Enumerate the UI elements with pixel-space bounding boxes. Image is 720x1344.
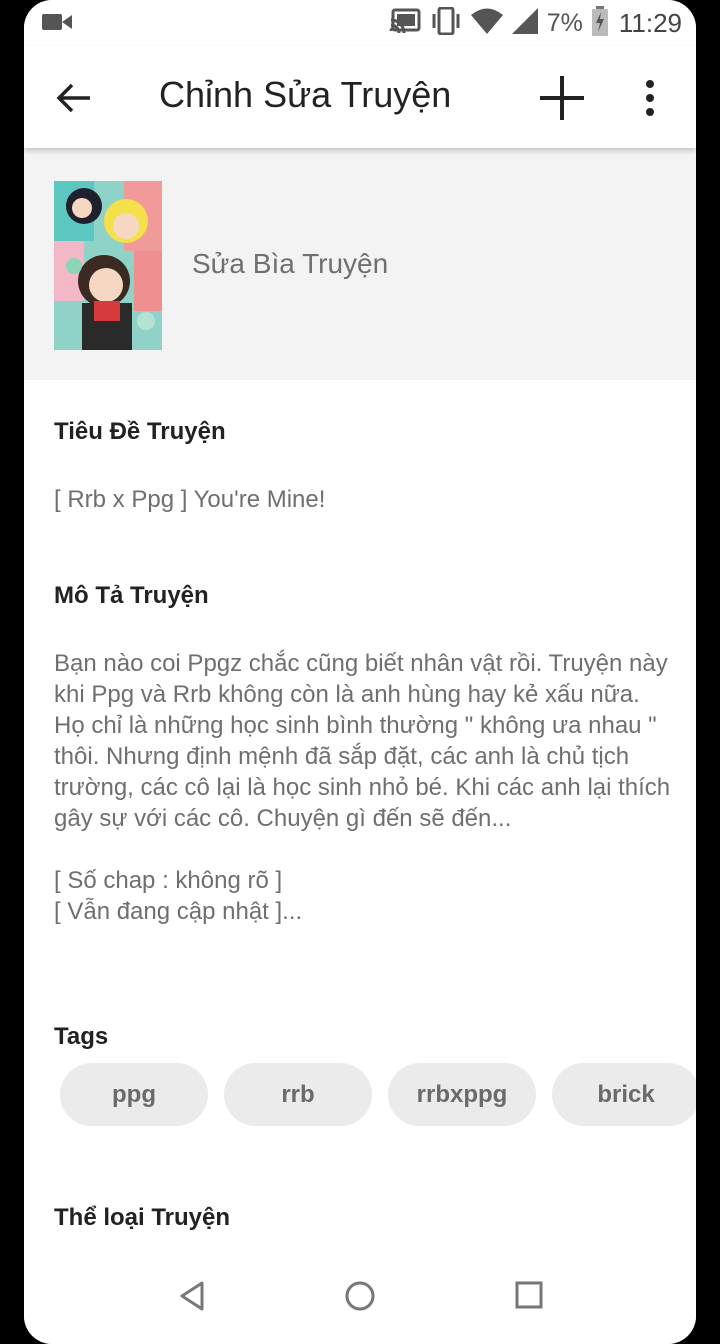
nav-back-icon[interactable] xyxy=(178,1280,206,1317)
description-paragraph: Bạn nào coi Ppgz chắc cũng biết nhân vật… xyxy=(54,650,671,832)
tag-list: ppg rrb rrbxppg brick xyxy=(60,1063,696,1126)
video-camera-icon xyxy=(42,13,72,36)
description-label: Mô Tả Truyện xyxy=(54,582,209,609)
tags-label: Tags xyxy=(54,1023,109,1050)
tag-chip[interactable]: rrbxppg xyxy=(388,1063,536,1126)
nav-home-icon[interactable] xyxy=(344,1280,376,1317)
back-arrow-icon[interactable] xyxy=(54,78,94,118)
wifi-icon xyxy=(470,8,503,39)
tag-chip[interactable]: brick xyxy=(552,1063,696,1126)
page-title: Chỉnh Sửa Truyện xyxy=(159,74,452,115)
phone-screen: 7% 11:29 Chỉnh Sửa Truyện Sửa Bìa Truyện… xyxy=(24,0,696,1344)
story-title-field[interactable]: [ Rrb x Ppg ] You're Mine! xyxy=(54,484,674,515)
description-line: [ Số chap : không rõ ] xyxy=(54,867,283,894)
description-field[interactable]: Bạn nào coi Ppgz chắc cũng biết nhân vật… xyxy=(54,648,674,927)
more-vertical-icon[interactable] xyxy=(634,76,666,120)
edit-cover-button[interactable]: Sửa Bìa Truyện xyxy=(192,248,388,280)
genre-label: Thể loại Truyện xyxy=(54,1204,231,1231)
tag-chip[interactable]: rrb xyxy=(224,1063,372,1126)
tag-chip[interactable]: ppg xyxy=(60,1063,208,1126)
cast-icon xyxy=(389,8,421,39)
story-title-label: Tiêu Đề Truyện xyxy=(54,418,226,445)
cellular-signal-icon xyxy=(511,7,538,39)
nav-recents-icon[interactable] xyxy=(514,1280,544,1315)
status-bar: 7% 11:29 xyxy=(24,0,696,46)
vibrate-icon xyxy=(430,6,462,40)
clock: 11:29 xyxy=(618,7,682,38)
plus-icon[interactable] xyxy=(536,72,588,124)
app-bar: Chỉnh Sửa Truyện xyxy=(24,46,696,148)
cover-image[interactable] xyxy=(54,181,162,350)
system-nav-bar xyxy=(24,1256,696,1344)
battery-charging-icon xyxy=(591,5,608,41)
battery-percent: 7% xyxy=(546,8,583,37)
description-line: [ Vẫn đang cập nhật ]... xyxy=(54,898,303,925)
cover-section: Sửa Bìa Truyện xyxy=(24,148,696,380)
